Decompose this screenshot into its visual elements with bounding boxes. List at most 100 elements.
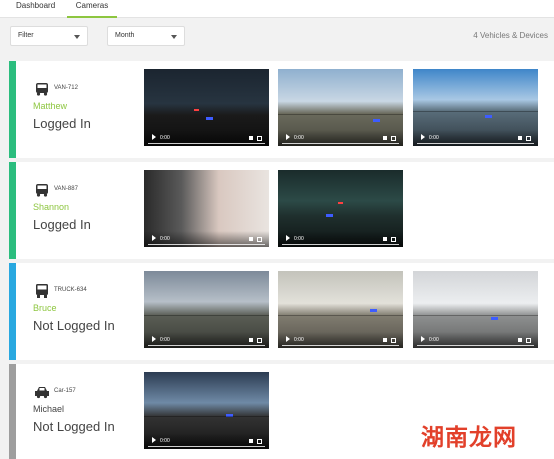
truck-icon	[36, 284, 48, 298]
driver-name[interactable]: Shannon	[33, 202, 69, 212]
horizon-line	[413, 111, 538, 112]
video-thumbnail[interactable]: 0:00	[144, 372, 269, 449]
video-thumbnail[interactable]: 0:00	[413, 271, 538, 348]
vehicle-card-truck-634: TRUCK-634 Bruce Not Logged In 0:00 0:00 …	[9, 263, 554, 360]
vehicle-id: VAN-712	[54, 85, 78, 91]
volume-icon[interactable]	[249, 237, 253, 241]
volume-icon[interactable]	[518, 338, 522, 342]
video-time: 0:00	[294, 236, 304, 242]
video-thumbnail[interactable]: 0:00	[144, 271, 269, 348]
seek-bar[interactable]	[148, 345, 265, 346]
volume-icon[interactable]	[249, 136, 253, 140]
seek-bar[interactable]	[282, 244, 399, 245]
video-thumbnail[interactable]: 0:00	[278, 170, 403, 247]
hud-marker	[373, 119, 380, 122]
volume-icon[interactable]	[518, 136, 522, 140]
driver-name[interactable]: Matthew	[33, 101, 67, 111]
video-thumbnail[interactable]: 0:00	[278, 69, 403, 146]
seek-bar[interactable]	[148, 143, 265, 144]
seek-bar[interactable]	[417, 143, 534, 144]
seek-bar[interactable]	[282, 345, 399, 346]
play-icon[interactable]	[286, 336, 290, 342]
horizon-line	[144, 416, 269, 417]
hud-marker	[206, 117, 213, 120]
login-status: Logged In	[33, 217, 91, 232]
seek-bar[interactable]	[148, 446, 265, 447]
vehicle-id: VAN-887	[54, 186, 78, 192]
play-icon[interactable]	[152, 437, 156, 443]
login-status: Not Logged In	[33, 318, 115, 333]
volume-icon[interactable]	[249, 439, 253, 443]
vehicle-card-van-712: VAN-712 Matthew Logged In 0:00 0:00 0:00	[9, 61, 554, 158]
top-tab-bar: Dashboard Cameras	[0, 0, 554, 18]
month-dropdown[interactable]: Month	[107, 26, 185, 46]
video-thumbnail[interactable]: 0:00	[144, 170, 269, 247]
fullscreen-icon[interactable]	[257, 338, 262, 343]
status-stripe	[9, 162, 16, 259]
vehicle-id: Car-157	[54, 388, 76, 394]
video-time: 0:00	[160, 438, 170, 444]
chevron-down-icon	[171, 35, 177, 39]
horizon-line	[144, 315, 269, 316]
play-icon[interactable]	[286, 235, 290, 241]
driver-name[interactable]: Bruce	[33, 303, 57, 313]
horizon-line	[278, 114, 403, 115]
play-icon[interactable]	[152, 134, 156, 140]
hud-marker	[194, 109, 199, 111]
filter-dropdown-label: Filter	[18, 32, 34, 39]
seek-bar[interactable]	[417, 345, 534, 346]
chevron-down-icon	[74, 35, 80, 39]
fullscreen-icon[interactable]	[257, 237, 262, 242]
status-stripe	[9, 263, 16, 360]
video-time: 0:00	[160, 135, 170, 141]
tab-cameras[interactable]: Cameras	[67, 0, 117, 18]
volume-icon[interactable]	[383, 136, 387, 140]
login-status: Not Logged In	[33, 419, 115, 434]
fullscreen-icon[interactable]	[257, 439, 262, 444]
horizon-line	[278, 315, 403, 316]
status-stripe	[9, 364, 16, 459]
car-icon	[35, 387, 49, 399]
play-icon[interactable]	[152, 235, 156, 241]
video-time: 0:00	[160, 236, 170, 242]
hud-marker	[326, 214, 333, 217]
horizon-line	[413, 315, 538, 316]
month-dropdown-label: Month	[115, 32, 135, 39]
video-time: 0:00	[429, 337, 439, 343]
fullscreen-icon[interactable]	[526, 136, 531, 141]
play-icon[interactable]	[152, 336, 156, 342]
watermark: 湖南龙网	[421, 425, 517, 451]
filter-dropdown[interactable]: Filter	[10, 26, 88, 46]
fullscreen-icon[interactable]	[391, 136, 396, 141]
login-status: Logged In	[33, 116, 91, 131]
seek-bar[interactable]	[148, 244, 265, 245]
vehicle-id: TRUCK-634	[54, 287, 87, 293]
hud-marker	[338, 202, 343, 204]
video-thumbnail[interactable]: 0:00	[278, 271, 403, 348]
driver-name[interactable]: Michael	[33, 404, 64, 414]
volume-icon[interactable]	[383, 338, 387, 342]
video-thumbnail[interactable]: 0:00	[144, 69, 269, 146]
play-icon[interactable]	[421, 336, 425, 342]
volume-icon[interactable]	[383, 237, 387, 241]
seek-bar[interactable]	[282, 143, 399, 144]
hud-marker	[370, 309, 377, 312]
video-thumbnail[interactable]: 0:00	[413, 69, 538, 146]
vehicle-count: 4 Vehicles & Devices	[473, 31, 548, 40]
play-icon[interactable]	[421, 134, 425, 140]
tab-dashboard[interactable]: Dashboard	[16, 0, 55, 18]
video-time: 0:00	[160, 337, 170, 343]
video-time: 0:00	[429, 135, 439, 141]
volume-icon[interactable]	[249, 338, 253, 342]
fullscreen-icon[interactable]	[257, 136, 262, 141]
video-time: 0:00	[294, 135, 304, 141]
fullscreen-icon[interactable]	[391, 237, 396, 242]
vehicle-card-van-887: VAN-887 Shannon Logged In 0:00 0:00	[9, 162, 554, 259]
hud-marker	[491, 317, 498, 320]
video-time: 0:00	[294, 337, 304, 343]
status-stripe	[9, 61, 16, 158]
fullscreen-icon[interactable]	[391, 338, 396, 343]
play-icon[interactable]	[286, 134, 290, 140]
van-icon	[36, 184, 48, 197]
fullscreen-icon[interactable]	[526, 338, 531, 343]
